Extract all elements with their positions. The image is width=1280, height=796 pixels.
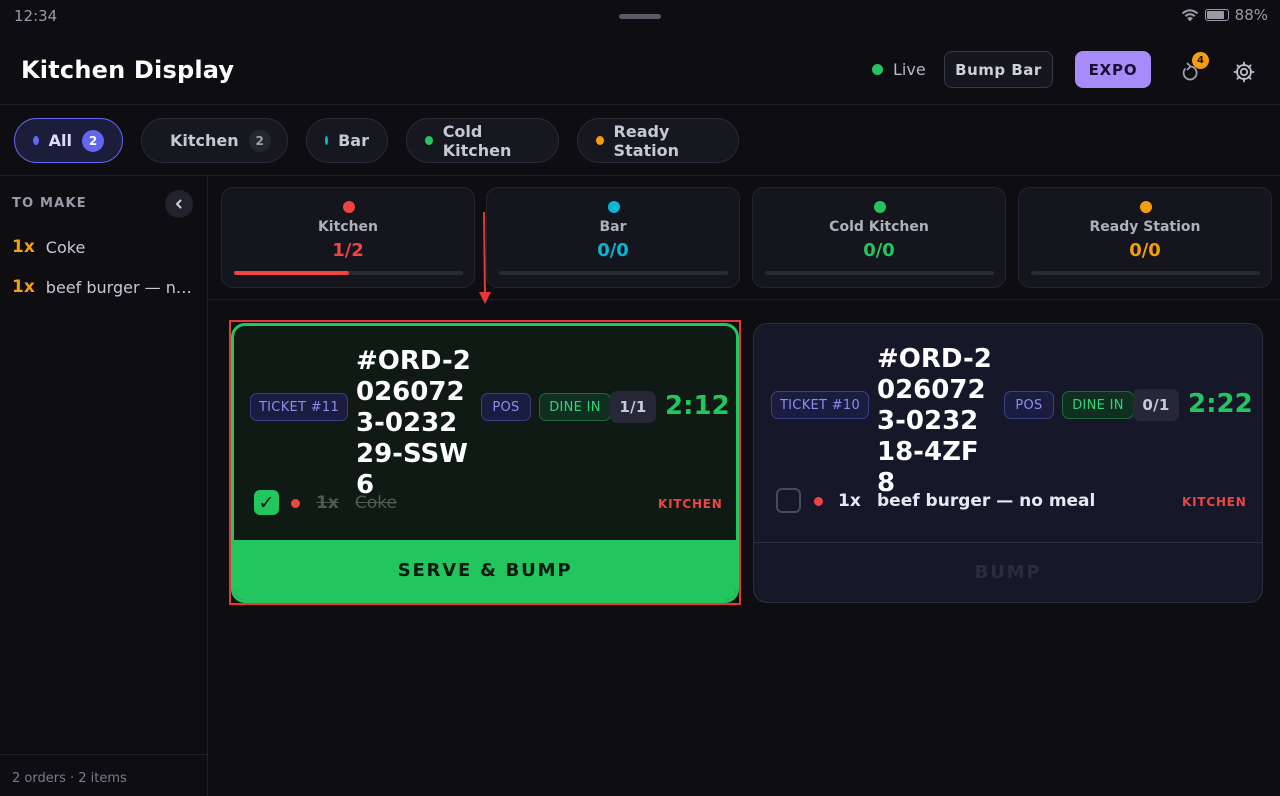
- station-card-ready-station[interactable]: Ready Station 0/0: [1018, 187, 1272, 288]
- station-dot-icon: [291, 499, 300, 508]
- station-progress-bar: [234, 271, 463, 275]
- battery-level: 88%: [1234, 6, 1268, 24]
- sidebar-footer: 2 orders · 2 items: [0, 754, 207, 796]
- order-number: #ORD-20260723-023218-4ZF8: [877, 344, 992, 498]
- station-name: Kitchen: [317, 219, 379, 235]
- tab-ready-station-dot-icon: [596, 136, 604, 145]
- ticket-badge: TICKET #11: [250, 393, 348, 421]
- order-number: #ORD-20260723-023229-SSW6: [356, 346, 471, 500]
- order-card[interactable]: TICKET #10 #ORD-20260723-023218-4ZF8 POS…: [753, 323, 1263, 603]
- tab-ready-station[interactable]: Ready Station: [577, 118, 739, 163]
- station-card-cold-kitchen[interactable]: Cold Kitchen 0/0: [752, 187, 1006, 288]
- item-station-tag: KITCHEN: [1182, 495, 1247, 509]
- order-timer: 2:12: [665, 391, 730, 421]
- collapse-sidebar-button[interactable]: [165, 190, 193, 218]
- order-type-badge: DINE IN: [539, 393, 611, 421]
- battery-icon: [1204, 9, 1229, 21]
- tab-all-dot-icon: [33, 136, 39, 145]
- tab-cold-kitchen[interactable]: Cold Kitchen: [406, 118, 559, 163]
- tab-label: Cold Kitchen: [442, 121, 512, 160]
- tab-count-badge: 2: [248, 129, 271, 152]
- station-dot-icon: [343, 201, 355, 213]
- item-name: Coke: [45, 237, 86, 257]
- serve-and-bump-button[interactable]: SERVE & BUMP: [234, 540, 736, 600]
- tab-bar-dot-icon: [325, 136, 329, 145]
- live-dot-icon: [872, 64, 883, 75]
- station-progress-fill: [234, 271, 349, 275]
- station-summary: Kitchen 1/2 Bar 0/0 Cold Kitchen 0/0 Rea…: [208, 176, 1280, 300]
- item-name: Coke: [355, 493, 397, 513]
- item-done-checkbox[interactable]: ✓: [254, 490, 279, 515]
- source-badge: POS: [481, 393, 531, 421]
- tab-bar[interactable]: Bar: [306, 118, 388, 163]
- undo-button[interactable]: 4: [1178, 52, 1209, 84]
- item-done-checkbox[interactable]: [776, 488, 801, 513]
- item-quantity: 1x: [12, 277, 35, 297]
- order-timer: 2:22: [1188, 389, 1253, 419]
- station-name: Bar: [599, 219, 627, 235]
- wifi-icon: [1181, 8, 1199, 22]
- item-quantity: 1x: [12, 237, 35, 257]
- station-count: 0/0: [597, 240, 629, 261]
- tab-label: All: [48, 131, 72, 150]
- orders-summary: 2 orders · 2 items: [12, 771, 127, 786]
- page-title: Kitchen Display: [21, 56, 235, 84]
- live-indicator: Live: [872, 60, 926, 79]
- bump-bar-button[interactable]: Bump Bar: [944, 51, 1053, 88]
- gear-icon: [1233, 61, 1255, 83]
- item-quantity: 1x: [838, 491, 861, 511]
- station-card-bar[interactable]: Bar 0/0: [486, 187, 740, 288]
- station-dot-icon: [608, 201, 620, 213]
- station-dot-icon: [874, 201, 886, 213]
- order-card-header: TICKET #10 #ORD-20260723-023218-4ZF8 POS…: [754, 324, 1262, 498]
- live-label: Live: [893, 60, 926, 79]
- order-progress: 0/1: [1133, 389, 1179, 421]
- clock: 12:34: [14, 7, 58, 25]
- settings-button[interactable]: [1232, 60, 1256, 84]
- order-card-header: TICKET #11 #ORD-20260723-023229-SSW6 POS…: [234, 326, 736, 500]
- station-progress-bar: [765, 271, 994, 275]
- drag-handle[interactable]: [619, 14, 661, 19]
- station-count: 1/2: [332, 240, 364, 261]
- item-name: beef burger — no meal: [45, 277, 197, 297]
- ticket-badge: TICKET #10: [771, 391, 869, 419]
- annotation-arrow-icon: [479, 212, 491, 304]
- chevron-left-icon: [176, 199, 182, 209]
- item-station-tag: KITCHEN: [658, 497, 723, 511]
- tab-label: Kitchen: [170, 131, 239, 150]
- station-count: 0/0: [863, 240, 895, 261]
- tab-label: Bar: [338, 131, 369, 150]
- station-dot-icon: [814, 497, 823, 506]
- station-name: Ready Station: [1089, 219, 1201, 235]
- station-progress-bar: [499, 271, 728, 275]
- station-count: 0/0: [1129, 240, 1161, 261]
- to-make-item[interactable]: 1x beef burger — no meal: [12, 277, 197, 297]
- order-card[interactable]: TICKET #11 #ORD-20260723-023229-SSW6 POS…: [231, 323, 739, 603]
- undo-count-badge: 4: [1192, 52, 1209, 69]
- tab-count-badge: 2: [82, 129, 104, 152]
- system-status-bar: 12:34 88%: [0, 0, 1280, 34]
- tab-kitchen[interactable]: Kitchen 2: [141, 118, 288, 163]
- app-header: Kitchen Display Live Bump Bar EXPO 4: [0, 34, 1280, 105]
- order-type-badge: DINE IN: [1062, 391, 1134, 419]
- expo-button[interactable]: EXPO: [1075, 51, 1151, 88]
- tab-all[interactable]: All 2: [14, 118, 123, 163]
- source-badge: POS: [1004, 391, 1054, 419]
- to-make-item[interactable]: 1x Coke: [12, 237, 197, 257]
- status-icons: 88%: [1181, 6, 1268, 24]
- station-progress-bar: [1031, 271, 1260, 275]
- station-name: Cold Kitchen: [829, 219, 929, 235]
- station-filter-tabs: All 2 Kitchen 2 Bar Cold Kitchen Ready S…: [0, 105, 1280, 176]
- tab-cold-kitchen-dot-icon: [425, 136, 433, 145]
- station-dot-icon: [1140, 201, 1152, 213]
- item-name: beef burger — no meal: [877, 491, 1096, 511]
- sidebar-heading: TO MAKE: [12, 196, 87, 211]
- order-progress: 1/1: [610, 391, 656, 423]
- station-card-kitchen[interactable]: Kitchen 1/2: [221, 187, 475, 288]
- to-make-sidebar: TO MAKE 1x Coke 1x beef burger — no meal…: [0, 176, 208, 796]
- item-quantity: 1x: [316, 493, 339, 513]
- bump-button[interactable]: BUMP: [754, 542, 1262, 602]
- tab-label: Ready Station: [613, 121, 680, 160]
